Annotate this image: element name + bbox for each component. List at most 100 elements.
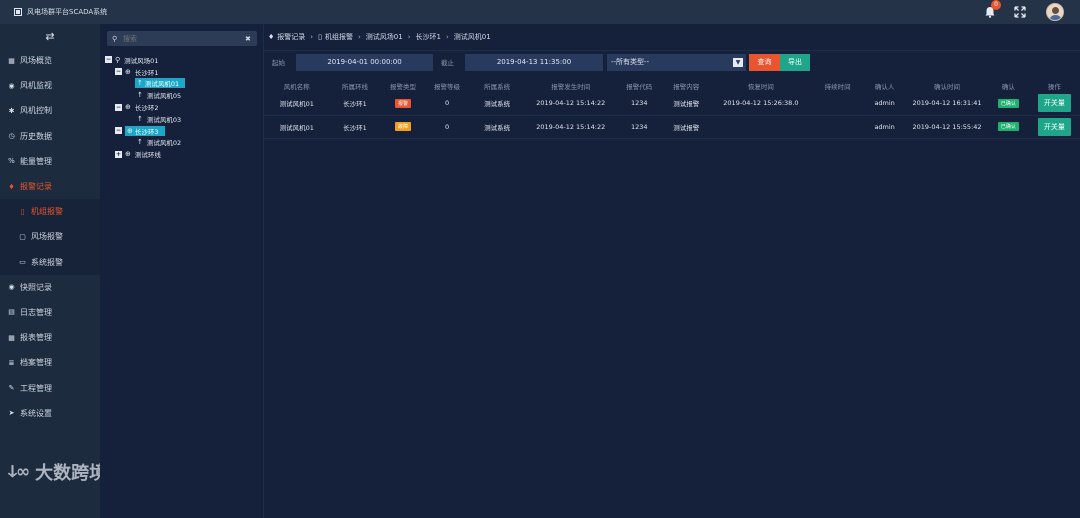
tree-node-line[interactable]: + ⊕ 测试环线 — [105, 148, 185, 160]
clear-search-icon[interactable]: ✖ — [245, 35, 251, 43]
alarm-type-select[interactable]: --所有类型-- ▼ — [607, 53, 746, 71]
alarm-type-badge: 故障 — [395, 122, 412, 131]
switch-button[interactable]: 开关量 — [1037, 117, 1071, 136]
confirmed-cell: 已确认 — [987, 92, 1029, 116]
sidebar-item-energy[interactable]: % 能量管理 — [0, 149, 100, 174]
sidebar-item-monitor[interactable]: ◉ 风机监视 — [0, 73, 100, 98]
column-header: 操作 — [1047, 83, 1061, 91]
collapse-toggle-icon[interactable]: − — [115, 127, 122, 135]
camera-icon: ◉ — [8, 283, 15, 292]
sidebar-item-archive[interactable]: ≣ 档案管理 — [0, 350, 100, 375]
breadcrumb-item[interactable]: 机组报警 — [325, 32, 353, 42]
end-label: 截止 — [441, 59, 454, 67]
level-cell: 0 — [425, 115, 469, 139]
tree-node-turbine[interactable]: ↑ 测试风机05 — [105, 89, 185, 101]
table-row[interactable]: 测试风机01 长沙环1 故障 0 测试系统 2019-04-12 15:14:2… — [264, 115, 1080, 139]
tree-node-turbine[interactable]: ↑ 测试风机01 — [105, 78, 186, 90]
watermark-logo-icon: ↆ∞ — [8, 462, 30, 482]
system-cell: 测试系统 — [468, 115, 526, 139]
end-time-input[interactable]: 2019-04-13 11:35:00 — [465, 53, 603, 71]
column-header: 所属系统 — [484, 83, 511, 91]
gear-icon: ✱ — [8, 106, 15, 115]
content-cell: 测试报警 — [662, 115, 710, 139]
send-icon: ➤ — [8, 409, 15, 418]
table-row[interactable]: 测试风机01 长沙环1 报警 0 测试系统 2019-04-12 15:14:2… — [264, 92, 1080, 116]
confirmer-cell: admin — [863, 115, 907, 139]
duration-cell — [812, 115, 864, 139]
sidebar-subitem-system-alarm[interactable]: ▭ 系统报警 — [0, 250, 100, 275]
watermark: ↆ∞ 大数跨境 — [8, 462, 108, 484]
sidebar-item-control[interactable]: ✱ 风机控制 — [0, 98, 100, 123]
sidebar-item-project[interactable]: ✎ 工程管理 — [0, 375, 100, 400]
tree-node-line[interactable]: − ⊕ 长沙环3 — [105, 125, 185, 137]
sidebar-subitem-farm-alarm[interactable]: ▢ 风场报警 — [0, 224, 100, 249]
tree-search-input[interactable] — [123, 34, 241, 43]
tree-node-turbine[interactable]: ↑ 测试风机02 — [105, 137, 185, 149]
breadcrumb-item[interactable]: 测试风场01 — [366, 32, 403, 42]
wind-turbine-icon: ↑ — [137, 114, 143, 123]
breadcrumb-item[interactable]: 长沙环1 — [416, 32, 441, 42]
column-header: 报警等级 — [434, 83, 461, 91]
column-header: 所属环线 — [342, 83, 368, 91]
column-header: 风机名称 — [283, 83, 310, 91]
sidebar-item-report[interactable]: ▦ 报表管理 — [0, 325, 100, 350]
tree-node-line[interactable]: − ⊕ 长沙环2 — [105, 101, 185, 113]
level-cell: 0 — [425, 92, 469, 116]
sidebar-item-overview[interactable]: ▦ 风场概览 — [0, 48, 100, 73]
sidebar-item-history[interactable]: ◷ 历史数据 — [0, 124, 100, 149]
confirm-time-cell: 2019-04-12 15:55:42 — [906, 115, 988, 139]
sidebar-item-alarm[interactable]: ♦ 报警记录 — [0, 174, 100, 199]
collapse-toggle-icon[interactable]: − — [115, 68, 122, 76]
notification-bell-icon[interactable]: 0 — [984, 0, 1001, 18]
sidebar-item-settings[interactable]: ➤ 系统设置 — [0, 401, 100, 426]
confirm-time-cell: 2019-04-12 16:31:41 — [906, 92, 988, 116]
alarm-submenu: ▯ 机组报警 ▢ 风场报警 ▭ 系统报警 — [0, 199, 100, 275]
crosshair-icon: ⊕ — [125, 67, 131, 76]
confirmer-cell: admin — [863, 92, 907, 116]
sidebar-item-snapshot[interactable]: ◉ 快照记录 — [0, 275, 100, 300]
expand-toggle-icon[interactable]: + — [115, 150, 122, 158]
square-icon: ▢ — [19, 232, 26, 241]
recover-time-cell: 2019-04-12 15:26:38.0 — [709, 92, 813, 116]
clock-icon: ◷ — [8, 132, 15, 141]
line-cell: 长沙环1 — [329, 92, 381, 116]
alarm-type-badge: 报警 — [395, 98, 412, 108]
start-time-input[interactable]: 2019-04-01 00:00:00 — [296, 53, 433, 71]
tree-search-box: ⚲ ✖ — [107, 31, 257, 46]
start-label: 起始 — [272, 59, 285, 67]
fullscreen-icon[interactable] — [1014, 6, 1026, 18]
tree-node-turbine[interactable]: ↑ 测试风机03 — [105, 113, 185, 125]
switch-button[interactable]: 开关量 — [1037, 94, 1071, 113]
column-header: 恢复时间 — [747, 83, 774, 91]
breadcrumb-item[interactable]: 测试风机01 — [454, 32, 491, 42]
crosshair-icon: ⊕ — [127, 126, 133, 135]
chevron-down-icon: ▼ — [733, 57, 743, 67]
user-avatar[interactable] — [1046, 3, 1064, 21]
breadcrumb-item[interactable]: 报警记录 — [277, 32, 305, 42]
document-icon: ▤ — [8, 308, 15, 317]
export-button[interactable]: 导出 — [780, 53, 810, 71]
tree-node-farm[interactable]: − ⚲ 测试风场01 — [105, 54, 185, 66]
action-cell: 开关量 — [1028, 115, 1080, 139]
column-header: 确认时间 — [933, 83, 960, 91]
app-logo-icon — [14, 8, 22, 16]
square-icon: ▯ — [20, 207, 25, 216]
sidebar-item-log[interactable]: ▤ 日志管理 — [0, 300, 100, 325]
tree-node-line[interactable]: − ⊕ 长沙环1 — [105, 66, 185, 78]
filter-bar: 起始 2019-04-01 00:00:00 截止 2019-04-13 11:… — [272, 52, 810, 72]
sidebar-subitem-unit-alarm[interactable]: ▯ 机组报警 — [0, 199, 100, 224]
query-button[interactable]: 查询 — [749, 53, 780, 71]
tree-selected-highlight: ↑ 测试风机01 — [135, 78, 186, 89]
turbine-name-cell: 测试风机01 — [264, 115, 330, 139]
collapse-sidebar-icon[interactable]: ⇄ — [0, 24, 100, 48]
bell-icon: ♦ — [268, 33, 275, 41]
content-cell: 测试报警 — [662, 92, 710, 116]
column-header: 报警类型 — [390, 83, 417, 91]
table-icon: ▦ — [8, 333, 15, 342]
collapse-toggle-icon[interactable]: − — [105, 56, 112, 64]
code-cell: 1234 — [615, 92, 663, 116]
collapse-toggle-icon[interactable]: − — [115, 103, 122, 111]
tree-selected-highlight: ⊕ 长沙环3 — [125, 125, 165, 136]
confirmed-badge: 已确认 — [997, 98, 1019, 108]
search-icon: ⚲ — [112, 34, 118, 43]
